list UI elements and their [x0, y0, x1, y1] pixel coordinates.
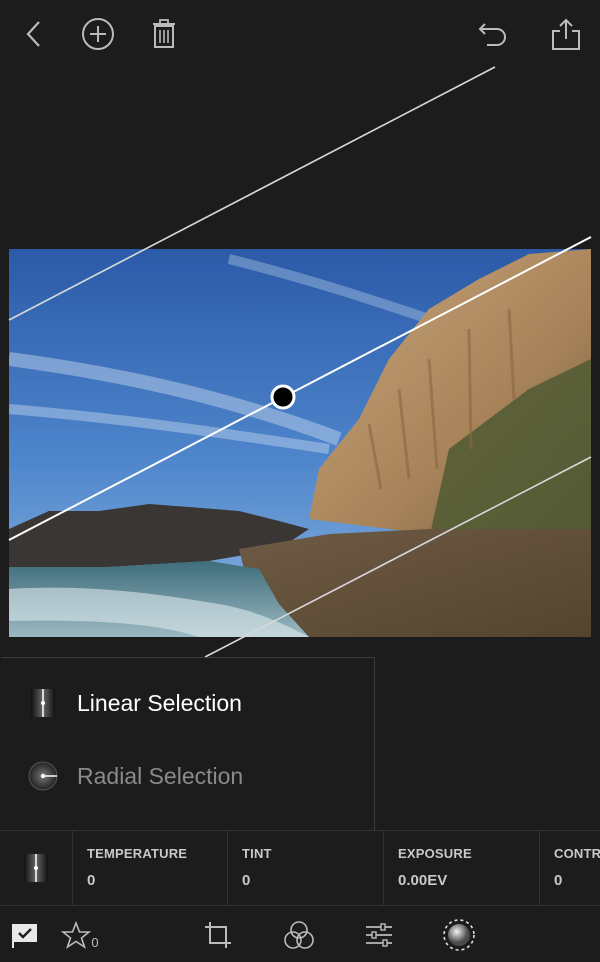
star-icon [61, 921, 92, 949]
back-chevron-icon[interactable] [14, 14, 54, 54]
rating-count: 0 [91, 934, 99, 950]
linear-gradient-icon [24, 854, 48, 882]
crop-icon[interactable] [198, 915, 238, 955]
selection-type-menu: Linear Selection Radial Selection [1, 657, 375, 832]
adjustment-label: TEMPERATURE [87, 846, 188, 861]
trash-icon[interactable] [144, 14, 184, 54]
adjustment-value: 0 [242, 872, 251, 889]
undo-icon[interactable] [473, 14, 513, 54]
color-mix-icon[interactable] [279, 915, 319, 955]
bottom-toolbar: 0 [0, 905, 600, 962]
selective-edit-icon[interactable] [439, 915, 479, 955]
photo-canvas[interactable] [9, 249, 591, 637]
adjustment-label: TINT [242, 846, 272, 861]
adjustment-label: CONTRAST [554, 846, 600, 861]
top-toolbar [0, 0, 600, 72]
flag-pick-icon[interactable] [4, 915, 44, 955]
adjustment-tint[interactable]: TINT 0 [228, 831, 384, 905]
adjustment-bar: TEMPERATURE 0 TINT 0 EXPOSURE 0.00EV CON… [0, 830, 600, 906]
selection-mode-toggle[interactable] [0, 831, 73, 905]
adjustment-value: 0.00EV [398, 872, 448, 889]
adjustment-value: 0 [554, 872, 563, 889]
radial-selection-label: Radial Selection [77, 762, 244, 789]
adjustment-value: 0 [87, 872, 96, 889]
linear-selection-option[interactable]: Linear Selection [27, 683, 242, 723]
add-icon[interactable] [78, 14, 118, 54]
adjustment-contrast[interactable]: CONTRAST 0 [540, 831, 600, 905]
linear-gradient-icon [27, 687, 59, 719]
radial-selection-option[interactable]: Radial Selection [27, 756, 243, 796]
linear-selection-label: Linear Selection [77, 689, 242, 716]
share-icon[interactable] [546, 14, 586, 54]
adjustment-exposure[interactable]: EXPOSURE 0.00EV [384, 831, 540, 905]
radial-gradient-icon [27, 760, 59, 792]
adjustment-label: EXPOSURE [398, 846, 472, 861]
adjust-sliders-icon[interactable] [359, 915, 399, 955]
star-rating-button[interactable]: 0 [56, 915, 104, 955]
adjustment-temperature[interactable]: TEMPERATURE 0 [73, 831, 228, 905]
beach-photo [9, 249, 591, 637]
